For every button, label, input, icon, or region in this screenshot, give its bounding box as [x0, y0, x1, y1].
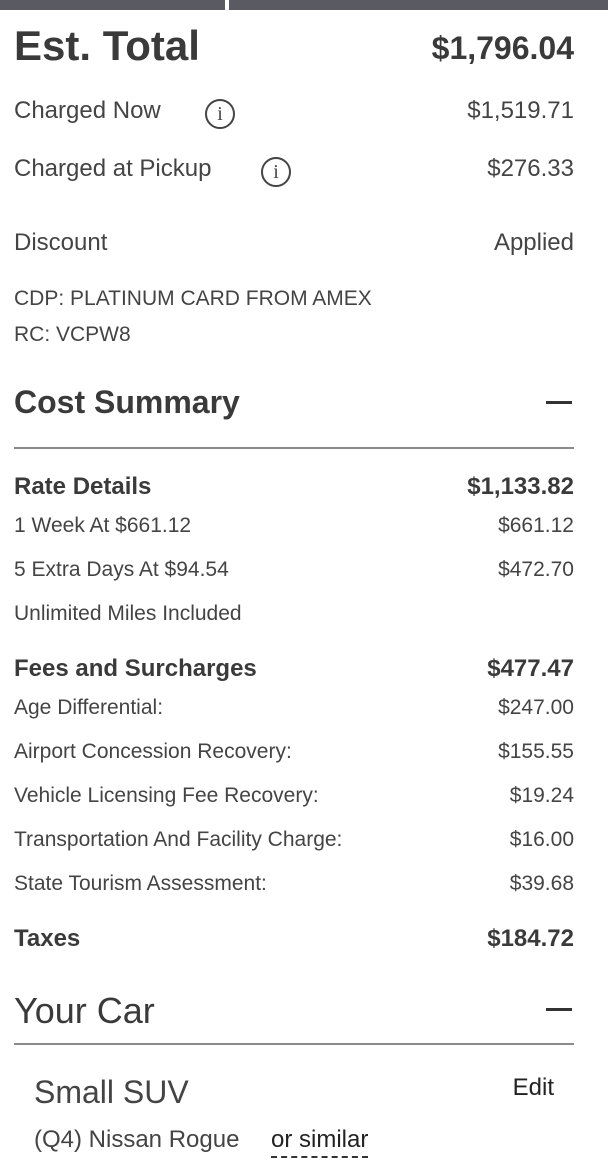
- est-total-value: $1,796.04: [431, 30, 574, 66]
- edit-car-link[interactable]: Edit: [513, 1074, 554, 1102]
- rate-line-value: $472.70: [498, 558, 574, 581]
- charged-now-value: $1,519.71: [467, 97, 574, 124]
- fees-label: Fees and Surcharges: [14, 655, 257, 682]
- fee-line: Airport Concession Recovery: $155.55: [14, 740, 574, 766]
- fee-line: Vehicle Licensing Fee Recovery: $19.24: [14, 784, 574, 810]
- fee-line-label: Age Differential:: [14, 696, 164, 719]
- fee-line-value: $16.00: [509, 828, 574, 851]
- charged-pickup-value: $276.33: [487, 155, 574, 182]
- fee-line-value: $19.24: [509, 784, 574, 807]
- car-class-name: Small SUV: [34, 1074, 189, 1110]
- info-icon[interactable]: i: [205, 99, 235, 129]
- cdp-text: CDP: PLATINUM CARD FROM AMEX: [14, 287, 372, 310]
- discount-value: Applied: [493, 229, 574, 256]
- est-total-label: Est. Total: [14, 22, 200, 69]
- minus-icon[interactable]: [546, 1008, 572, 1011]
- rate-line-label: 1 Week At $661.12: [14, 514, 192, 537]
- minus-icon[interactable]: [546, 401, 572, 404]
- top-tab-bar: [0, 0, 608, 10]
- car-model: (Q4) Nissan Rogue: [34, 1126, 240, 1153]
- rate-line-value: $661.12: [498, 514, 574, 537]
- taxes-label: Taxes: [14, 925, 81, 952]
- fee-line-value: $155.55: [498, 740, 574, 763]
- rate-details-label: Rate Details: [14, 473, 152, 500]
- fee-line-label: Airport Concession Recovery:: [14, 740, 292, 763]
- rate-line-label: Unlimited Miles Included: [14, 602, 242, 625]
- info-icon[interactable]: i: [261, 157, 291, 187]
- charged-now-label: Charged Now: [14, 97, 161, 124]
- est-total-row: Est. Total $1,796.04: [14, 22, 574, 72]
- fees-row: Fees and Surcharges $477.47: [14, 655, 574, 685]
- section-divider: [14, 447, 574, 449]
- section-divider: [14, 1043, 574, 1045]
- fee-line-value: $247.00: [498, 696, 574, 719]
- or-similar-link[interactable]: or similar: [271, 1126, 369, 1158]
- fee-line: Transportation And Facility Charge: $16.…: [14, 828, 574, 854]
- taxes-value: $184.72: [487, 925, 574, 952]
- charged-pickup-label: Charged at Pickup: [14, 155, 212, 182]
- rate-details-total: $1,133.82: [467, 473, 574, 500]
- fee-line-label: Transportation And Facility Charge:: [14, 828, 343, 851]
- rate-details-row: Rate Details $1,133.82: [14, 473, 574, 503]
- charged-now-row: Charged Now i $1,519.71: [14, 97, 574, 129]
- fee-line-label: Vehicle Licensing Fee Recovery:: [14, 784, 319, 807]
- fee-line-value: $39.68: [509, 872, 574, 895]
- rate-line-label: 5 Extra Days At $94.54: [14, 558, 229, 581]
- rc-line: RC: VCPW8: [14, 323, 574, 349]
- discount-label: Discount: [14, 229, 108, 256]
- cost-summary-title: Cost Summary: [14, 384, 240, 420]
- rate-line: 1 Week At $661.12 $661.12: [14, 514, 574, 540]
- fee-line: State Tourism Assessment: $39.68: [14, 872, 574, 898]
- taxes-row: Taxes $184.72: [14, 925, 574, 955]
- fee-line: Age Differential: $247.00: [14, 696, 574, 722]
- your-car-title: Your Car: [14, 990, 155, 1031]
- fee-line-label: State Tourism Assessment:: [14, 872, 267, 895]
- cost-summary-header[interactable]: Cost Summary: [14, 384, 574, 424]
- tab-indicator-right: [229, 0, 608, 10]
- your-car-header[interactable]: Your Car: [14, 990, 574, 1034]
- rate-line: Unlimited Miles Included: [14, 602, 574, 628]
- rate-line: 5 Extra Days At $94.54 $472.70: [14, 558, 574, 584]
- rc-text: RC: VCPW8: [14, 323, 131, 346]
- fees-total: $477.47: [487, 655, 574, 682]
- discount-row: Discount Applied: [14, 229, 574, 259]
- tab-indicator-left: [0, 0, 225, 10]
- cdp-line: CDP: PLATINUM CARD FROM AMEX: [14, 287, 574, 313]
- charged-pickup-row: Charged at Pickup i $276.33: [14, 155, 574, 187]
